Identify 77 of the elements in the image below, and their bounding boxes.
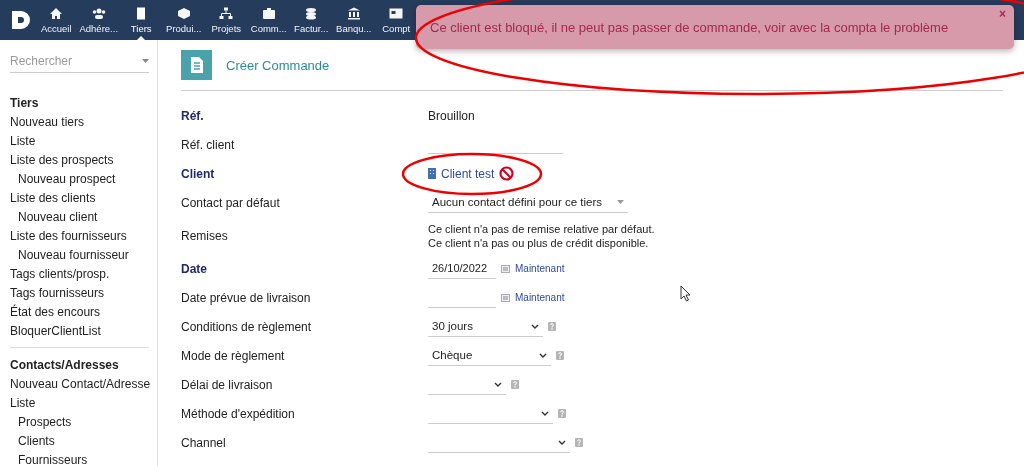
section-title: Contacts/Adresses xyxy=(10,357,120,374)
people-icon xyxy=(91,6,106,20)
help-icon[interactable] xyxy=(558,409,566,418)
field-label: Méthode d'expédition xyxy=(181,406,296,421)
field-label: Contact par défaut xyxy=(181,195,281,210)
section-title: Tiers xyxy=(10,95,40,112)
menu-item[interactable]: Nouveau fournisseur xyxy=(10,246,129,265)
cursor-icon xyxy=(680,285,692,302)
calendar-icon[interactable] xyxy=(501,264,510,273)
menu-item[interactable]: Nouveau prospect xyxy=(10,170,116,189)
menu-item[interactable]: Fournisseurs xyxy=(10,451,88,466)
help-icon[interactable] xyxy=(511,380,519,389)
chevron-icon xyxy=(494,381,502,387)
field-label: Réf. client xyxy=(181,137,236,152)
nav-tab[interactable]: Accueil xyxy=(35,0,78,40)
cube-icon xyxy=(176,6,191,20)
menu-item[interactable]: Tags fournisseurs xyxy=(10,284,105,303)
coins-icon xyxy=(304,6,319,20)
house-icon xyxy=(49,6,64,20)
menu-item[interactable]: Tags clients/prosp. xyxy=(10,265,110,284)
nav-tab[interactable]: Banqu... xyxy=(332,0,375,40)
chevron-icon xyxy=(539,352,547,358)
card-icon xyxy=(389,6,404,20)
menu-item[interactable]: Clients xyxy=(10,432,55,451)
field-label: Remises xyxy=(181,228,229,243)
info-text: Ce client n'a pas ou plus de crédit disponible. xyxy=(428,235,650,250)
help-icon[interactable] xyxy=(548,322,556,331)
caret-icon xyxy=(142,59,149,63)
menu-item[interactable]: État des encours xyxy=(10,303,101,322)
menu-item[interactable]: Nouveau tiers xyxy=(10,113,85,132)
field-label: Client xyxy=(181,166,216,181)
chevron-icon xyxy=(541,410,549,416)
field-label: Réf. xyxy=(181,108,205,123)
menu-item[interactable]: Prospects xyxy=(10,413,72,432)
field-label: Date xyxy=(181,261,208,276)
chevron-icon xyxy=(558,439,566,445)
help-icon[interactable] xyxy=(575,438,583,447)
nav-tab[interactable]: Factur... xyxy=(290,0,333,40)
document-icon xyxy=(181,50,212,80)
field-label: Délai de livraison xyxy=(181,377,274,392)
page-title: Créer Commande xyxy=(226,57,330,73)
menu-item[interactable]: Liste des clients xyxy=(10,189,96,208)
chevron-icon xyxy=(531,323,539,329)
briefcase-icon xyxy=(261,6,276,20)
now-link[interactable]: Maintenant xyxy=(515,292,565,303)
info-text: Ce client n'a pas de remise relative par défaut. xyxy=(428,221,655,236)
menu-item[interactable]: BloquerClientList xyxy=(10,322,101,341)
field-label: Date prévue de livraison xyxy=(181,290,312,305)
field-label: Mode de règlement xyxy=(181,348,286,363)
now-link[interactable]: Maintenant xyxy=(515,263,565,274)
help-icon[interactable] xyxy=(556,351,564,360)
error-message: Ce client est bloqué, il ne peut pas passer de commande, voir avec la compta le problème xyxy=(430,19,949,35)
nav-tab[interactable]: Tiers xyxy=(120,0,163,40)
client-link[interactable]: Client test xyxy=(441,166,495,181)
contact-dropdown[interactable]: Aucun contact défini pour ce tiers xyxy=(428,192,628,213)
nav-tab[interactable]: Produi... xyxy=(162,0,205,40)
select-field[interactable]: 30 jours xyxy=(428,316,543,337)
field-label: Conditions de règlement xyxy=(181,319,313,334)
field-label: Channel xyxy=(181,435,227,450)
calendar-icon[interactable] xyxy=(501,293,510,302)
nav-tab[interactable]: Comm... xyxy=(247,0,290,40)
menu-item[interactable]: Liste xyxy=(10,394,36,413)
bank-icon xyxy=(346,6,361,20)
select-field[interactable]: Chèque xyxy=(428,345,551,366)
menu-item[interactable]: Nouveau client xyxy=(10,208,98,227)
menu-item[interactable]: Nouveau Contact/Adresse xyxy=(10,375,151,394)
menu-item[interactable]: Liste xyxy=(10,132,36,151)
nav-tab[interactable]: Projets xyxy=(205,0,248,40)
nav-tab[interactable]: Adhére... xyxy=(77,0,120,40)
caret-icon xyxy=(617,200,624,204)
menu-item[interactable]: Liste des prospects xyxy=(10,151,114,170)
nav-tab[interactable]: Compt xyxy=(375,0,418,40)
building-icon xyxy=(428,168,436,179)
field-value: Brouillon xyxy=(428,108,475,123)
menu-item[interactable]: Liste des fournisseurs xyxy=(10,227,127,246)
date-field[interactable]: 26/10/2022 xyxy=(428,258,496,279)
hierarchy-icon xyxy=(219,6,234,20)
